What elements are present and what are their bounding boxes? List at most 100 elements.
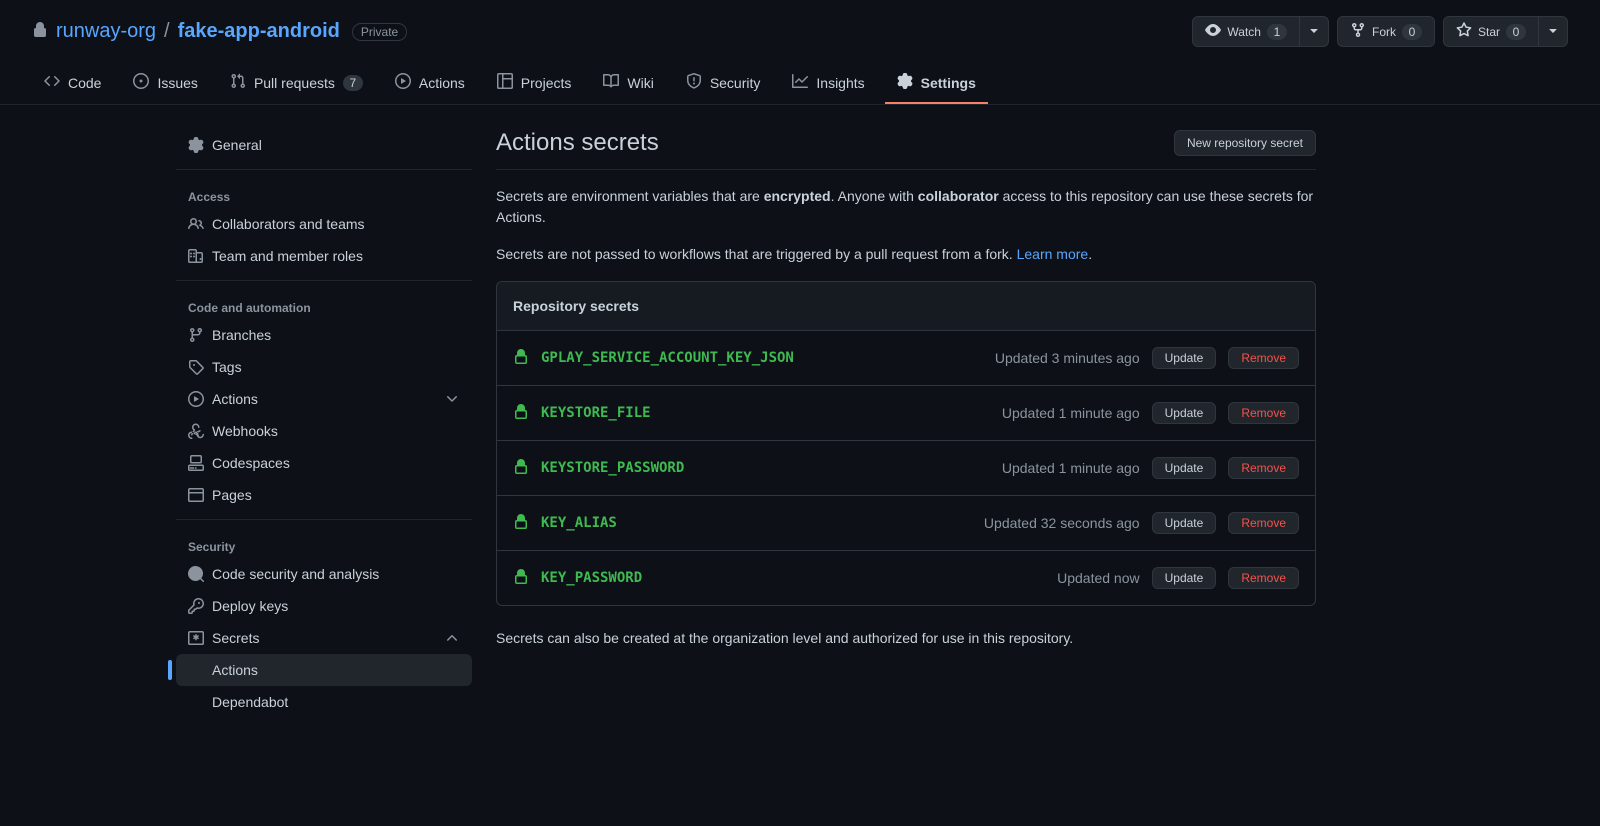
codescan-icon <box>188 566 204 582</box>
sidebar-subitem-secrets-actions[interactable]: Actions <box>176 654 472 686</box>
repo-link[interactable]: fake-app-android <box>178 20 340 43</box>
sidebar-item-actions[interactable]: Actions <box>176 383 472 415</box>
secret-row: KEYSTORE_PASSWORD Updated 1 minute ago U… <box>497 441 1315 496</box>
pulls-icon <box>230 73 246 92</box>
secret-name: KEYSTORE_FILE <box>541 405 651 421</box>
lock-icon <box>513 349 529 368</box>
sidebar-item-label: Code security and analysis <box>212 566 379 582</box>
repo-title: runway-org / fake-app-android Private <box>32 20 407 43</box>
sidebar-section-security: Security <box>176 528 472 558</box>
shield-icon <box>686 73 702 92</box>
asterisk-icon <box>188 630 204 646</box>
page-title: Actions secrets <box>496 129 659 157</box>
tab-code[interactable]: Code <box>32 63 113 104</box>
browser-icon <box>188 487 204 503</box>
tag-icon <box>188 359 204 375</box>
table-icon <box>497 73 513 92</box>
lock-icon <box>513 569 529 588</box>
sidebar-item-team-roles[interactable]: Team and member roles <box>176 240 472 272</box>
remove-button[interactable]: Remove <box>1228 457 1299 479</box>
star-count: 0 <box>1506 24 1526 40</box>
sidebar-item-secrets[interactable]: Secrets <box>176 622 472 654</box>
secrets-panel: Repository secrets GPLAY_SERVICE_ACCOUNT… <box>496 281 1316 606</box>
play-icon <box>188 391 204 407</box>
update-button[interactable]: Update <box>1152 402 1217 424</box>
sidebar-item-label: Actions <box>212 391 258 407</box>
sidebar-item-label: Tags <box>212 359 242 375</box>
sidebar-item-collaborators[interactable]: Collaborators and teams <box>176 208 472 240</box>
sidebar-item-code-security[interactable]: Code security and analysis <box>176 558 472 590</box>
tab-wiki[interactable]: Wiki <box>591 63 665 104</box>
new-secret-button[interactable]: New repository secret <box>1174 130 1316 156</box>
triangle-down-icon <box>1545 22 1561 41</box>
fork-button[interactable]: Fork 0 <box>1337 16 1435 47</box>
sidebar-item-label: Secrets <box>212 630 259 646</box>
sidebar-item-label: Codespaces <box>212 455 290 471</box>
sidebar-item-label: Actions <box>212 662 258 678</box>
sidebar-item-codespaces[interactable]: Codespaces <box>176 447 472 479</box>
sidebar-item-label: Pages <box>212 487 252 503</box>
sidebar-item-tags[interactable]: Tags <box>176 351 472 383</box>
update-button[interactable]: Update <box>1152 347 1217 369</box>
secret-updated: Updated 32 seconds ago <box>984 515 1140 531</box>
watch-count: 1 <box>1267 24 1287 40</box>
tab-projects[interactable]: Projects <box>485 63 584 104</box>
remove-button[interactable]: Remove <box>1228 567 1299 589</box>
codespaces-icon <box>188 455 204 471</box>
sidebar-item-label: Collaborators and teams <box>212 216 365 232</box>
eye-icon <box>1205 22 1221 41</box>
tab-issues[interactable]: Issues <box>121 63 209 104</box>
key-icon <box>188 598 204 614</box>
secrets-panel-header: Repository secrets <box>497 282 1315 331</box>
watch-dropdown[interactable] <box>1300 16 1329 47</box>
tab-insights[interactable]: Insights <box>780 63 876 104</box>
star-button[interactable]: Star 0 <box>1443 16 1539 47</box>
sidebar-item-webhooks[interactable]: Webhooks <box>176 415 472 447</box>
secret-row: KEY_ALIAS Updated 32 seconds ago Update … <box>497 496 1315 551</box>
tab-pulls[interactable]: Pull requests 7 <box>218 63 375 104</box>
secret-name: KEY_PASSWORD <box>541 570 642 586</box>
lock-icon <box>513 459 529 478</box>
remove-button[interactable]: Remove <box>1228 347 1299 369</box>
secret-row: KEYSTORE_FILE Updated 1 minute ago Updat… <box>497 386 1315 441</box>
remove-button[interactable]: Remove <box>1228 512 1299 534</box>
chevron-down-icon <box>444 391 460 407</box>
sidebar-item-label: General <box>212 137 262 153</box>
webhook-icon <box>188 423 204 439</box>
sidebar-item-branches[interactable]: Branches <box>176 319 472 351</box>
chevron-up-icon <box>444 630 460 646</box>
update-button[interactable]: Update <box>1152 457 1217 479</box>
sidebar-item-label: Branches <box>212 327 271 343</box>
play-icon <box>395 73 411 92</box>
secret-updated: Updated 1 minute ago <box>1002 405 1140 421</box>
tab-actions[interactable]: Actions <box>383 63 477 104</box>
code-icon <box>44 73 60 92</box>
sidebar-item-deploy-keys[interactable]: Deploy keys <box>176 590 472 622</box>
fork-icon <box>1350 22 1366 41</box>
lock-icon <box>513 514 529 533</box>
update-button[interactable]: Update <box>1152 512 1217 534</box>
sidebar-item-pages[interactable]: Pages <box>176 479 472 511</box>
secret-row: GPLAY_SERVICE_ACCOUNT_KEY_JSON Updated 3… <box>497 331 1315 386</box>
star-dropdown[interactable] <box>1539 16 1568 47</box>
watch-button[interactable]: Watch 1 <box>1192 16 1300 47</box>
update-button[interactable]: Update <box>1152 567 1217 589</box>
sidebar-section-code-auto: Code and automation <box>176 289 472 319</box>
people-icon <box>188 216 204 232</box>
path-separator: / <box>164 20 170 43</box>
visibility-badge: Private <box>352 23 407 41</box>
learn-more-link[interactable]: Learn more <box>1017 246 1089 262</box>
tab-settings[interactable]: Settings <box>885 63 988 104</box>
secret-updated: Updated 3 minutes ago <box>995 350 1140 366</box>
lock-icon <box>513 404 529 423</box>
tab-security[interactable]: Security <box>674 63 773 104</box>
sidebar-subitem-secrets-dependabot[interactable]: Dependabot <box>176 686 472 718</box>
sidebar-item-label: Webhooks <box>212 423 278 439</box>
sidebar-item-general[interactable]: General <box>176 129 472 161</box>
triangle-down-icon <box>1306 22 1322 41</box>
sidebar-item-label: Deploy keys <box>212 598 288 614</box>
secret-row: KEY_PASSWORD Updated now Update Remove <box>497 551 1315 605</box>
org-link[interactable]: runway-org <box>56 20 156 43</box>
remove-button[interactable]: Remove <box>1228 402 1299 424</box>
graph-icon <box>792 73 808 92</box>
